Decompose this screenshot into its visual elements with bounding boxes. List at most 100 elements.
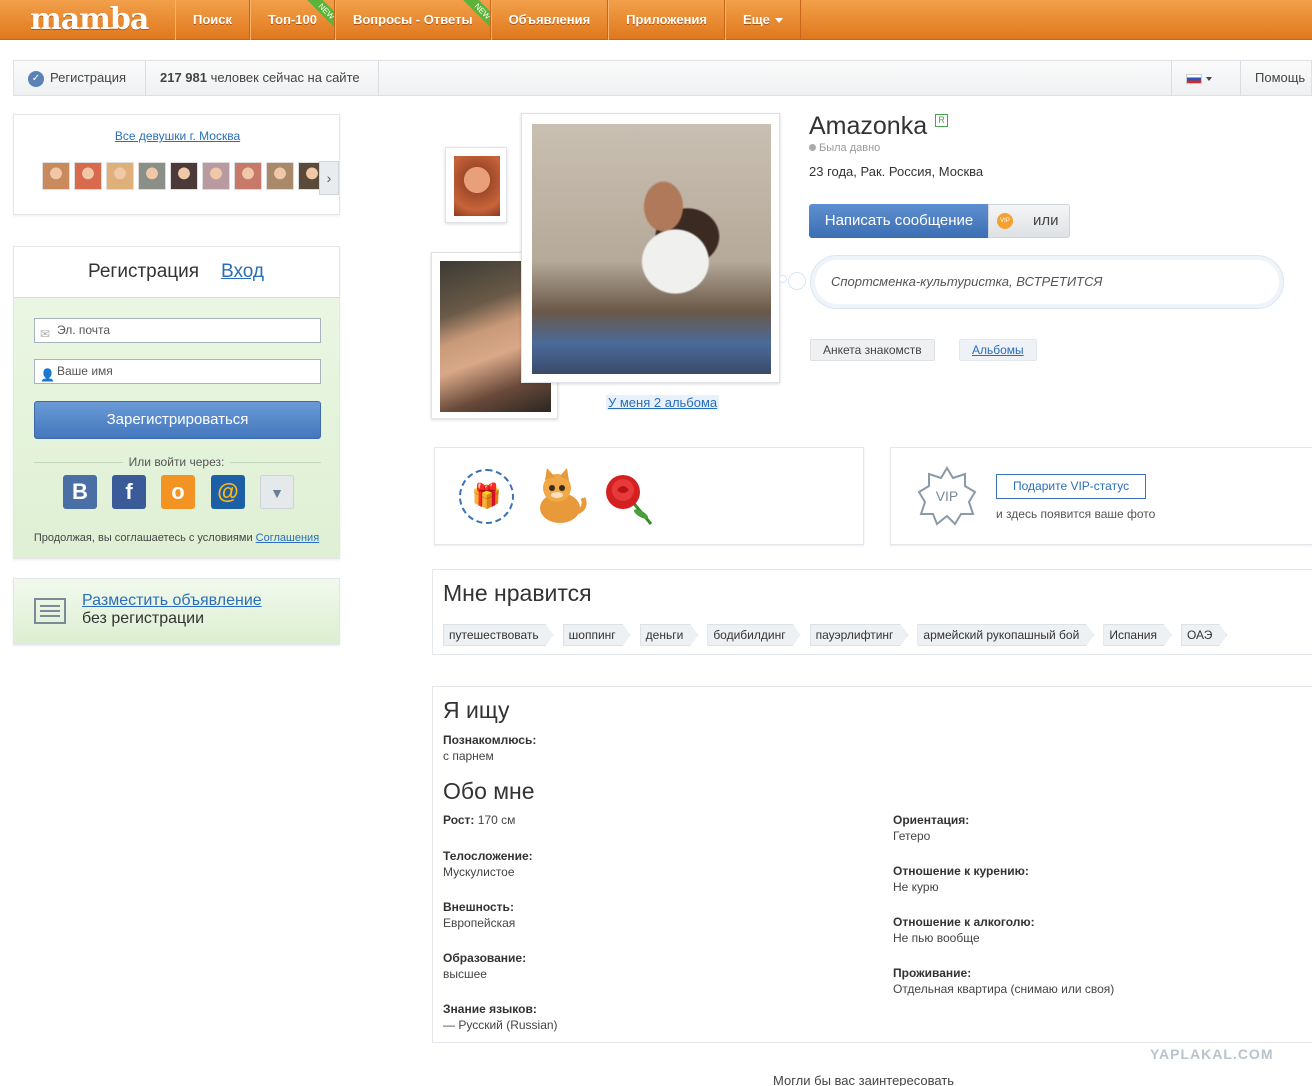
status-dot-icon bbox=[809, 144, 816, 151]
likes-title: Мне нравится bbox=[443, 580, 592, 606]
top-bar: mamba Поиск Топ-100 NEW Вопросы - Ответы N… bbox=[0, 0, 1312, 40]
cloud-tail bbox=[788, 272, 806, 290]
facebook-icon[interactable]: f bbox=[112, 475, 146, 509]
interest-tag[interactable]: ОАЭ bbox=[1181, 624, 1227, 646]
albums-count-link[interactable]: У меня 2 альбома bbox=[606, 395, 720, 410]
help-link[interactable]: Помощь bbox=[1241, 61, 1312, 95]
tab-login[interactable]: Вход bbox=[221, 261, 264, 283]
field-label: Ориентация: bbox=[893, 813, 970, 827]
interest-tag[interactable]: пауэрлифтинг bbox=[810, 624, 909, 646]
tab-albums[interactable]: Альбомы bbox=[959, 339, 1037, 361]
girl-thumbnail[interactable] bbox=[202, 162, 230, 190]
language-selector[interactable] bbox=[1171, 61, 1241, 95]
main-photo[interactable] bbox=[521, 113, 780, 383]
interest-tag[interactable]: деньги bbox=[640, 624, 699, 646]
real-badge: R bbox=[935, 114, 948, 127]
ad-card: Разместить объявление без регистрации bbox=[13, 578, 340, 645]
girl-thumbnail[interactable] bbox=[234, 162, 262, 190]
seeking-value: с парнем bbox=[443, 749, 494, 763]
envelope-icon: ✉ bbox=[40, 327, 51, 341]
interest-tag[interactable]: бодибилдинг bbox=[707, 624, 800, 646]
interest-tag[interactable]: шоппинг bbox=[563, 624, 631, 646]
cat-gift-icon[interactable] bbox=[533, 468, 587, 524]
interest-tag[interactable]: путешествовать bbox=[443, 624, 554, 646]
girl-thumbnail[interactable] bbox=[106, 162, 134, 190]
vk-icon[interactable]: B bbox=[63, 475, 97, 509]
vip-card: VIP Подарите VIP-статус и здесь появится… bbox=[890, 447, 1312, 545]
field-label: Рост: 170 см bbox=[443, 813, 516, 827]
rose-gift-icon[interactable] bbox=[601, 470, 657, 526]
profile-info: 23 года, Рак. Россия, Москва bbox=[809, 164, 984, 179]
more-social-icon[interactable]: ▼ bbox=[260, 475, 294, 509]
seeking-title: Я ищу bbox=[443, 697, 510, 723]
gifts-card: 🎁 bbox=[434, 447, 864, 545]
field-label: Внешность: bbox=[443, 900, 514, 914]
vip-badge-icon: VIP bbox=[917, 466, 977, 526]
register-button[interactable]: Зарегистрироваться bbox=[34, 401, 321, 439]
user-icon: 👤 bbox=[40, 368, 55, 382]
field-label: Образование: bbox=[443, 951, 527, 965]
interest-tag[interactable]: Испания bbox=[1103, 624, 1172, 646]
online-status: Была давно bbox=[809, 142, 880, 154]
mailru-icon[interactable]: @ bbox=[211, 475, 245, 509]
girls-card: Все девушки г. Москва › bbox=[13, 114, 340, 215]
field-value: Мускулистое bbox=[443, 865, 515, 879]
girls-thumbs bbox=[42, 162, 326, 190]
field-value: Гетеро bbox=[893, 829, 931, 843]
field-value: высшее bbox=[443, 967, 487, 981]
register-link[interactable]: ✓ Регистрация bbox=[14, 61, 146, 95]
photo-1 bbox=[454, 156, 500, 216]
field-label: Проживание: bbox=[893, 966, 972, 980]
add-gift-icon[interactable]: 🎁 bbox=[459, 469, 514, 524]
status-quote: Спортсменка-культуристка, ВСТРЕТИТСЯ bbox=[810, 255, 1284, 309]
watermark: YAPLAKAL.COM bbox=[1150, 1046, 1274, 1062]
vip-or-button[interactable]: VIP или bbox=[988, 204, 1070, 238]
nav-more[interactable]: Еще bbox=[725, 0, 801, 40]
top-nav: Поиск Топ-100 NEW Вопросы - Ответы NEW Объ… bbox=[175, 0, 801, 40]
post-ad-link[interactable]: Разместить объявление bbox=[82, 592, 262, 610]
newspaper-icon bbox=[34, 598, 66, 624]
photo-main-image bbox=[532, 124, 771, 374]
vip-coin-icon: VIP bbox=[997, 213, 1013, 229]
likes-section: Мне нравится путешествовать шоппинг деньги… bbox=[432, 569, 1312, 655]
vip-note: и здесь появится ваше фото bbox=[996, 507, 1156, 521]
gift-vip-button[interactable]: Подарите VIP-статус bbox=[996, 474, 1147, 499]
or-login-label: Или войти через: bbox=[14, 455, 339, 469]
cloud-tail bbox=[779, 275, 787, 283]
girl-thumbnail[interactable] bbox=[170, 162, 198, 190]
caret-down-icon bbox=[1206, 76, 1212, 81]
girl-thumbnail[interactable] bbox=[74, 162, 102, 190]
nav-apps[interactable]: Приложения bbox=[608, 0, 726, 40]
post-ad-subtitle: без регистрации bbox=[82, 610, 205, 627]
tab-anketa[interactable]: Анкета знакомств bbox=[810, 339, 935, 361]
about-title: Обо мне bbox=[443, 778, 535, 804]
all-girls-link[interactable]: Все девушки г. Москва bbox=[14, 129, 341, 143]
registration-card: Регистрация Вход ✉ Эл. почта 👤 Ваше имя За… bbox=[13, 246, 340, 559]
nav-top100[interactable]: Топ-100 NEW bbox=[250, 0, 335, 40]
name-field[interactable]: 👤 Ваше имя bbox=[34, 359, 321, 384]
photo-thumbnail-1[interactable] bbox=[445, 147, 507, 223]
about-section: Я ищу Познакомлюсь: с парнем Обо мне Рос… bbox=[432, 686, 1312, 1043]
seeking-label: Познакомлюсь: bbox=[443, 733, 537, 747]
sub-bar: ✓ Регистрация 217 981 человек сейчас на с… bbox=[13, 60, 1312, 96]
tab-register[interactable]: Регистрация bbox=[88, 261, 199, 283]
interest-tag[interactable]: армейский рукопашный бой bbox=[917, 624, 1094, 646]
send-message-button[interactable]: Написать сообщение bbox=[809, 204, 989, 238]
online-counter: 217 981 человек сейчас на сайте bbox=[146, 61, 379, 95]
girl-thumbnail[interactable] bbox=[266, 162, 294, 190]
field-label: Знание языков: bbox=[443, 1002, 537, 1016]
agreement-link[interactable]: Соглашения bbox=[256, 532, 320, 544]
girl-thumbnail[interactable] bbox=[42, 162, 70, 190]
logo[interactable]: mamba bbox=[30, 2, 149, 37]
nav-ads[interactable]: Объявления bbox=[490, 0, 609, 40]
odnoklassniki-icon[interactable]: о bbox=[161, 475, 195, 509]
svg-text:VIP: VIP bbox=[936, 488, 959, 504]
chevron-right-icon[interactable]: › bbox=[319, 161, 339, 195]
email-field[interactable]: ✉ Эл. почта bbox=[34, 318, 321, 343]
likes-tags: путешествовать шоппинг деньги бодибилдинг па… bbox=[443, 624, 1236, 646]
field-label: Отношение к алкоголю: bbox=[893, 915, 1035, 929]
nav-questions[interactable]: Вопросы - Ответы NEW bbox=[334, 0, 491, 40]
nav-search[interactable]: Поиск bbox=[175, 0, 251, 40]
field-value: Отдельная квартира (снимаю или своя) bbox=[893, 982, 1115, 996]
girl-thumbnail[interactable] bbox=[138, 162, 166, 190]
